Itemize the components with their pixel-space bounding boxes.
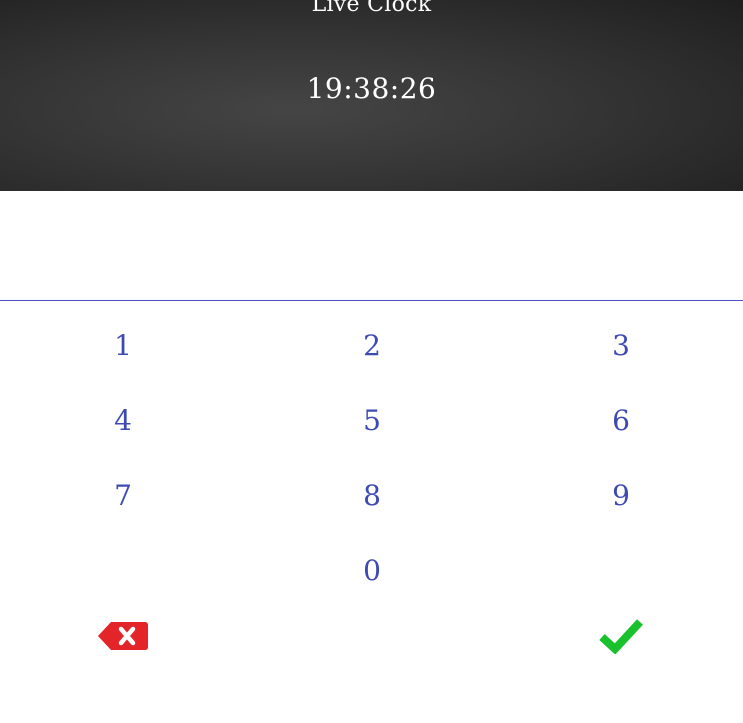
backspace-button[interactable] — [53, 608, 193, 664]
key-4[interactable]: 4 — [53, 392, 193, 448]
key-7[interactable]: 7 — [53, 467, 193, 523]
key-3[interactable]: 3 — [551, 317, 691, 373]
key-2[interactable]: 2 — [302, 317, 442, 373]
pin-display-field[interactable] — [0, 191, 743, 301]
live-clock-time: 19:38:26 — [306, 72, 437, 105]
app-title: Live Clock — [311, 0, 432, 17]
key-8[interactable]: 8 — [302, 467, 442, 523]
key-6[interactable]: 6 — [551, 392, 691, 448]
checkmark-icon — [599, 618, 643, 654]
backspace-icon — [97, 620, 149, 652]
keypad-panel: 1 2 3 4 5 6 7 8 9 0 — [0, 191, 743, 723]
key-1[interactable]: 1 — [53, 317, 193, 373]
confirm-button[interactable] — [551, 608, 691, 664]
clock-header: Live Clock 19:38:26 — [0, 0, 743, 200]
key-5[interactable]: 5 — [302, 392, 442, 448]
key-0[interactable]: 0 — [302, 542, 442, 598]
key-9[interactable]: 9 — [551, 467, 691, 523]
